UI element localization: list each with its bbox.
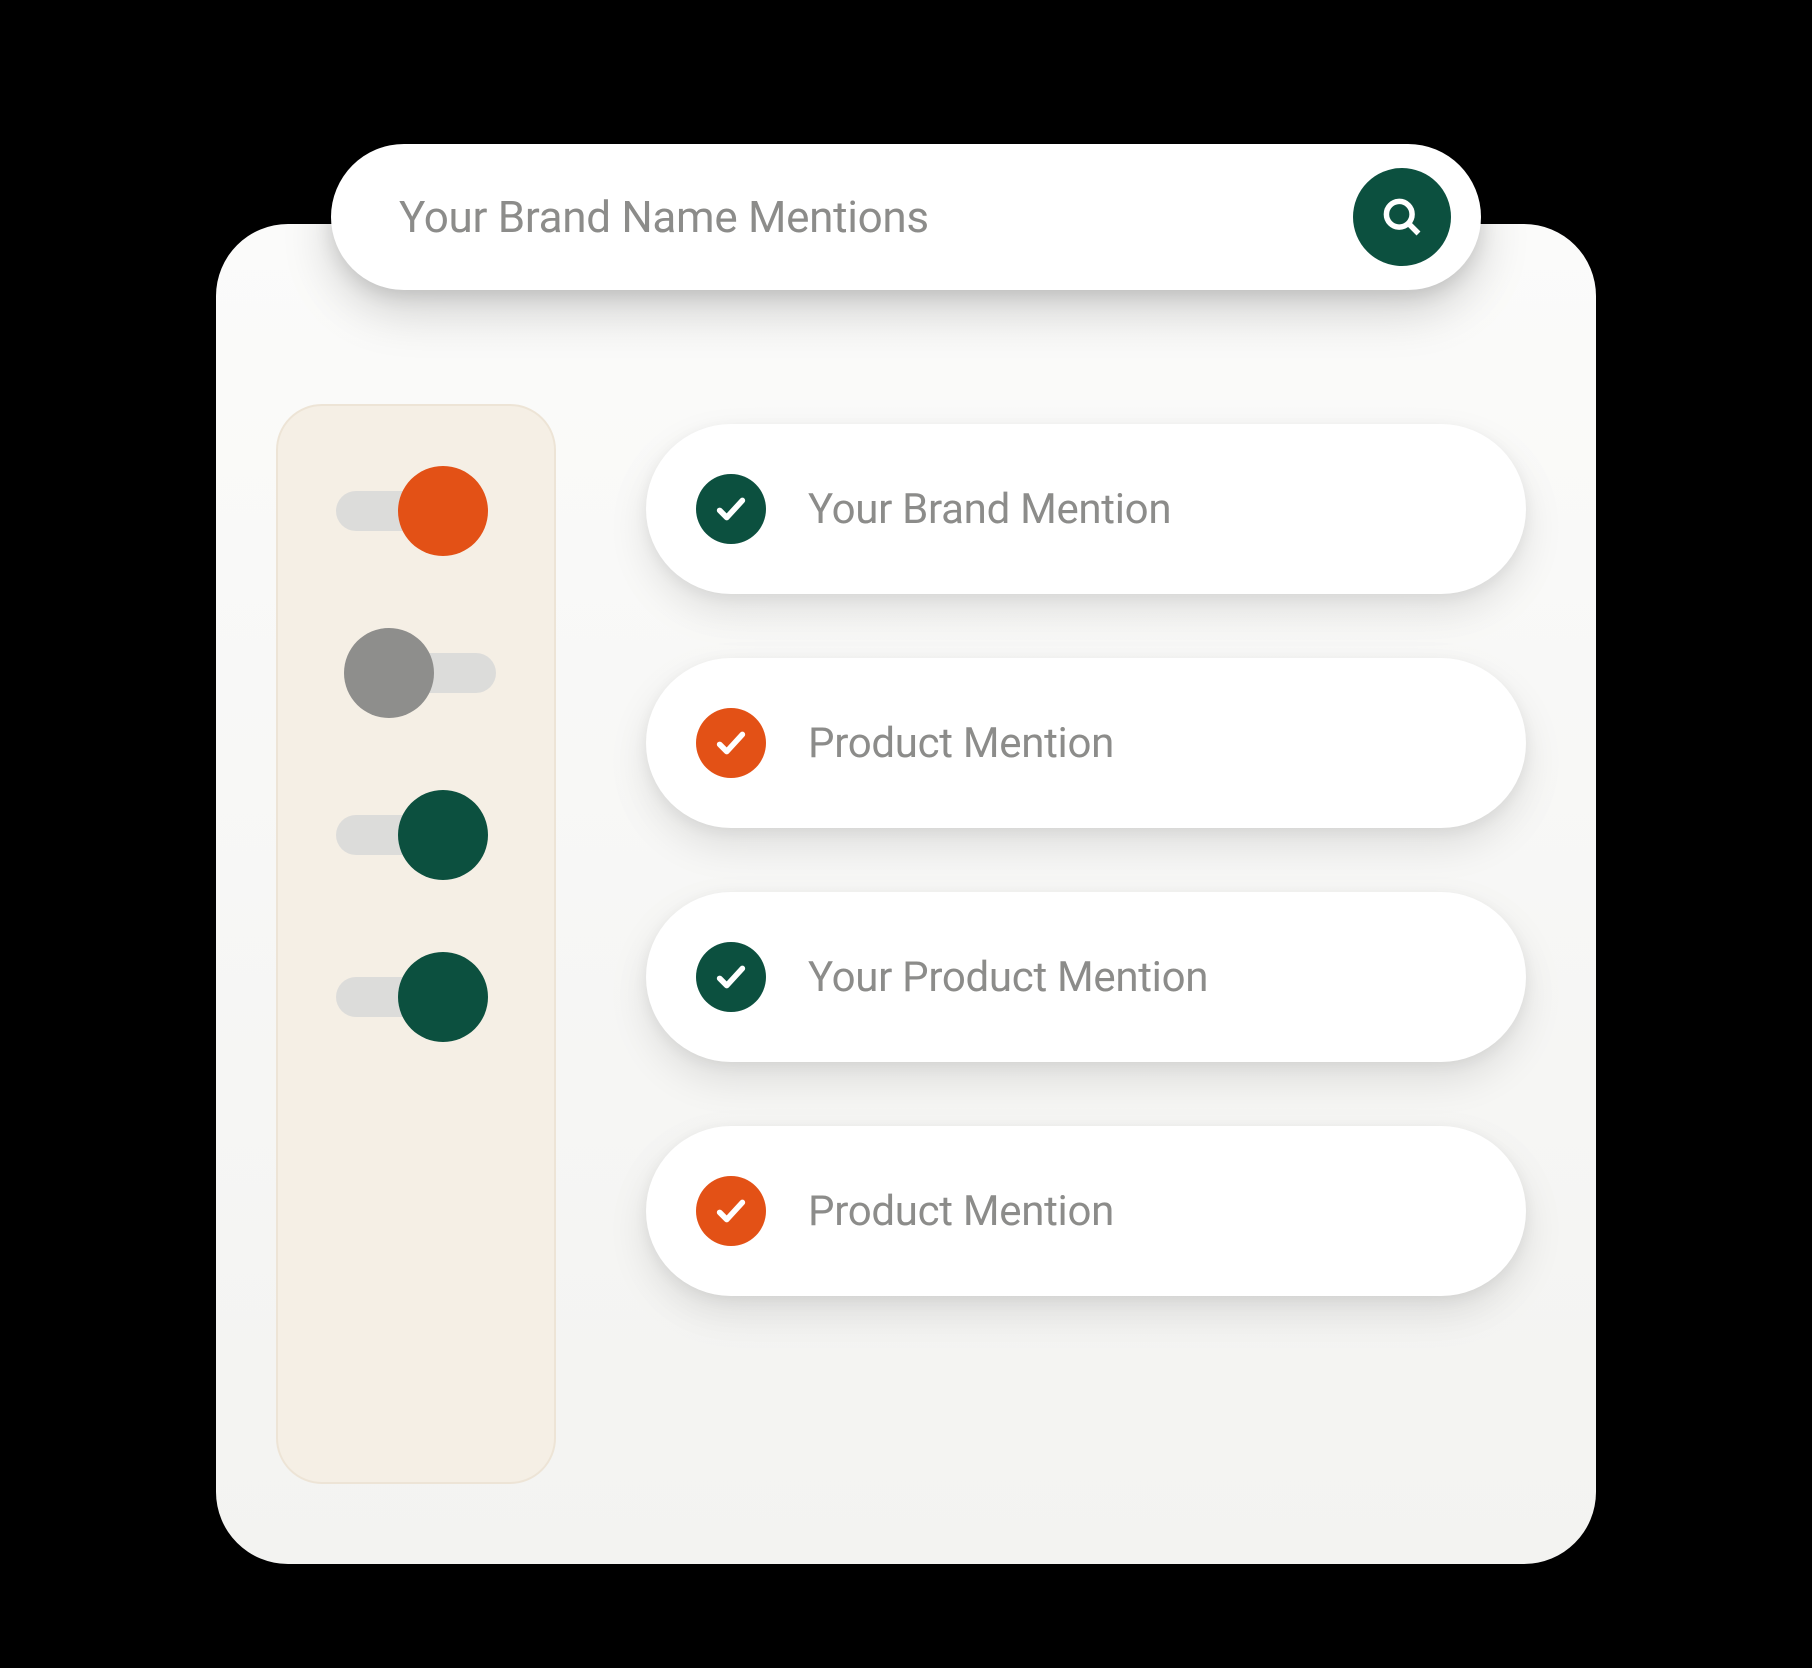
- mention-item[interactable]: Product Mention: [646, 658, 1526, 828]
- mention-item[interactable]: Product Mention: [646, 1126, 1526, 1296]
- check-badge: [696, 708, 766, 778]
- check-badge: [696, 1176, 766, 1246]
- search-button[interactable]: [1353, 168, 1451, 266]
- mention-label: Your Product Mention: [808, 953, 1208, 1002]
- check-badge: [696, 474, 766, 544]
- filter-toggle-4[interactable]: [344, 952, 488, 1042]
- filter-toggle-3[interactable]: [344, 790, 488, 880]
- mention-item[interactable]: Your Product Mention: [646, 892, 1526, 1062]
- toggle-knob: [398, 466, 488, 556]
- toggle-knob: [344, 628, 434, 718]
- mention-label: Product Mention: [808, 1187, 1114, 1236]
- toggle-knob: [398, 952, 488, 1042]
- check-badge: [696, 942, 766, 1012]
- filter-toggle-1[interactable]: [344, 466, 488, 556]
- check-icon: [714, 960, 748, 994]
- mention-label: Your Brand Mention: [808, 485, 1171, 534]
- check-icon: [714, 1194, 748, 1228]
- search-bar[interactable]: Your Brand Name Mentions: [331, 144, 1481, 290]
- mention-label: Product Mention: [808, 719, 1114, 768]
- card-canvas: Your Brand Name Mentions: [176, 84, 1636, 1584]
- mention-list: Your Brand Mention Product Mention Your …: [646, 424, 1526, 1296]
- search-icon: [1380, 195, 1424, 239]
- mention-item[interactable]: Your Brand Mention: [646, 424, 1526, 594]
- search-input[interactable]: Your Brand Name Mentions: [399, 191, 1353, 243]
- toggle-knob: [398, 790, 488, 880]
- filter-toggle-2[interactable]: [344, 628, 488, 718]
- filter-panel: [276, 404, 556, 1484]
- check-icon: [714, 492, 748, 526]
- check-icon: [714, 726, 748, 760]
